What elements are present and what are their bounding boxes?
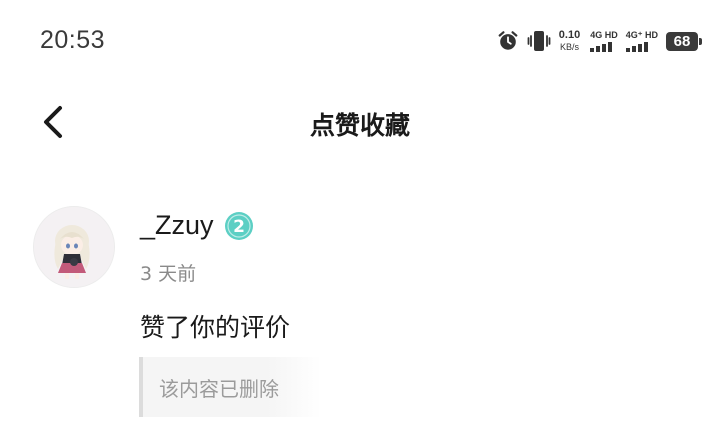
signal-bars-icon xyxy=(590,41,614,52)
network-speed: 0.10 KB/s xyxy=(559,30,580,52)
page-title: 点赞收藏 xyxy=(309,111,410,140)
avatar[interactable] xyxy=(33,206,115,288)
nav-bar: 点赞收藏 xyxy=(0,80,720,166)
screen: 20:53 0.10 KB/s 4G HD 4G⁺ HD 68 点赞收藏 _Zz… xyxy=(0,0,720,428)
username[interactable]: _Zzuy xyxy=(140,210,214,241)
notification-time: 3 天前 xyxy=(140,263,197,285)
vibrate-icon xyxy=(527,31,551,51)
avatar-illustration xyxy=(34,207,114,287)
sim1-label: 4G HD xyxy=(590,29,618,40)
quoted-content-text: 该内容已删除 xyxy=(159,377,279,401)
level-badge-number: 2 xyxy=(233,217,245,237)
notification-action: 赞了你的评价 xyxy=(140,313,291,342)
status-time: 20:53 xyxy=(40,26,106,54)
signal-bars-icon xyxy=(625,41,650,52)
battery-indicator: 68 xyxy=(666,31,702,51)
sim2-label: 4G⁺ HD xyxy=(625,29,658,40)
quoted-content-card[interactable]: 该内容已删除 xyxy=(139,357,321,417)
sim2-signal: 4G⁺ HD xyxy=(625,29,658,52)
username-row: _Zzuy 2 xyxy=(140,210,254,241)
status-icons: 0.10 KB/s 4G HD 4G⁺ HD 68 xyxy=(497,26,702,56)
alarm-icon xyxy=(498,31,518,50)
sim1-signal: 4G HD xyxy=(590,29,618,52)
level-badge-icon: 2 xyxy=(224,211,253,240)
network-speed-value: 0.10 xyxy=(558,29,581,41)
status-bar: 20:53 0.10 KB/s 4G HD 4G⁺ HD 68 xyxy=(0,0,720,80)
network-speed-unit: KB/s xyxy=(560,42,580,52)
